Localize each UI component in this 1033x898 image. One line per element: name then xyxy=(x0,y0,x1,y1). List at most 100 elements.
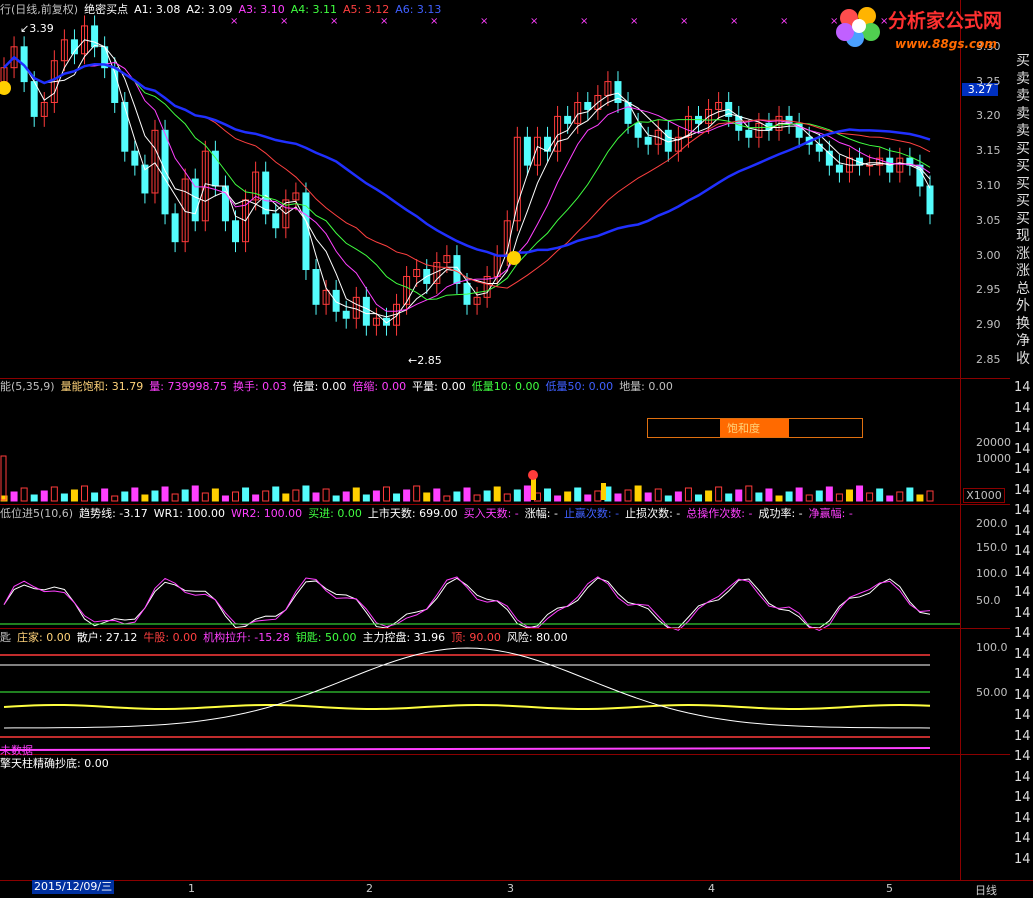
quote-label: 卖 xyxy=(1016,123,1030,139)
panel-separator xyxy=(0,880,1033,881)
candle-body xyxy=(191,178,199,222)
signal-mark: × xyxy=(730,16,738,27)
institution-line xyxy=(0,747,931,751)
volume-bar xyxy=(292,489,300,502)
right-index-label: 14 xyxy=(1014,810,1031,826)
bottom-header: 擎天柱精确抄底: 0.00 xyxy=(0,757,109,770)
volume-bar xyxy=(282,493,290,502)
right-index-label: 14 xyxy=(1014,441,1031,457)
period-label[interactable]: 日线 xyxy=(975,882,997,898)
signal-mark: × xyxy=(680,16,688,27)
right-index-label: 14 xyxy=(1014,790,1031,805)
wr-item: 趋势线: -3.17 xyxy=(79,507,148,520)
date-cursor[interactable]: 2015/12/09/三 xyxy=(32,880,114,894)
right-index-label: 14 xyxy=(1014,605,1031,621)
volume-bar xyxy=(302,485,310,502)
right-index-label: 14 xyxy=(1014,831,1031,846)
volume-bar xyxy=(131,487,139,502)
signal-mark: × xyxy=(530,16,538,27)
candle-body xyxy=(30,81,38,117)
svg-text:分析家公式网: 分析家公式网 xyxy=(888,9,1002,32)
volume-bar xyxy=(342,491,350,502)
candle-body xyxy=(302,192,310,271)
candle-body xyxy=(564,115,572,124)
price-axis-label: 3.25 xyxy=(976,74,1001,88)
volume-bar xyxy=(601,483,606,500)
price-axis-label: 2.90 xyxy=(976,318,1001,332)
volume-bar xyxy=(906,487,914,502)
ma-line xyxy=(3,55,931,258)
volume-item: 量: 739998.75 xyxy=(149,380,227,393)
right-index-label: 14 xyxy=(1014,380,1031,395)
quote-label: 收 xyxy=(1016,350,1030,367)
volume-bar xyxy=(684,487,692,502)
price-axis-label: 2.95 xyxy=(976,283,1001,297)
smiley-icon xyxy=(507,251,521,265)
volume-bar xyxy=(564,491,572,502)
volume-bar xyxy=(825,486,833,502)
right-index-label: 14 xyxy=(1014,462,1031,477)
volume-bar xyxy=(252,494,260,502)
volume-bar xyxy=(141,494,149,502)
wr-axis-150: 150.0 xyxy=(976,541,1008,554)
volume-item: 量能饱和: 31.79 xyxy=(60,380,144,393)
month-tick: 1 xyxy=(188,882,195,895)
quote-label: 买 xyxy=(1016,210,1030,227)
price-axis-label: 3.00 xyxy=(976,248,1001,262)
wr-item: 总操作次数: - xyxy=(686,507,753,520)
low-mark: ←2.85 xyxy=(408,354,442,367)
candle-body xyxy=(745,129,753,138)
chip-axis-100: 100.0 xyxy=(976,641,1008,654)
right-index-label: 14 xyxy=(1014,564,1031,580)
price-axis-label: 3.15 xyxy=(976,144,1001,158)
volume-bar xyxy=(876,488,884,502)
svg-text:www.88gs.com: www.88gs.com xyxy=(895,37,997,51)
candle-body xyxy=(121,101,129,152)
signal-mark: × xyxy=(280,16,288,27)
volume-item: 换手: 0.03 xyxy=(232,380,287,393)
volume-bar xyxy=(493,486,501,502)
smiley-icon xyxy=(0,81,11,95)
volume-bar xyxy=(181,489,189,502)
volume-bar xyxy=(443,495,451,502)
quote-label: 卖 xyxy=(1016,105,1030,122)
volume-item: 低量10: 0.00 xyxy=(471,380,540,393)
month-tick: 2 xyxy=(366,882,373,895)
volume-header: 能(5,35,9) 量能饱和: 31.79 量: 739998.75 换手: 0.03… xyxy=(0,380,679,394)
candle-body xyxy=(312,269,320,305)
volume-bar xyxy=(574,487,582,502)
quote-label: 净 xyxy=(1016,333,1030,349)
volume-bar xyxy=(453,491,461,502)
volume-bar xyxy=(886,495,894,502)
chip-header: 匙庄家: 0.00 散户: 27.12 牛股: 0.00 机构拉升: -15.28 钥匙… xyxy=(0,631,574,645)
volume-bar xyxy=(101,488,109,502)
right-index-label: 14 xyxy=(1014,503,1031,518)
quote-label: 总 xyxy=(1016,280,1030,297)
volume-bar xyxy=(463,487,471,502)
volume-bar xyxy=(755,492,763,502)
wr-item: 涨幅: - xyxy=(524,507,558,520)
wr-item: WR2: 100.00 xyxy=(230,507,303,520)
quote-label-column: 买卖卖卖卖买买买买买现涨涨总外换净收 xyxy=(1013,53,1033,368)
no-data-label: 未数据 xyxy=(0,744,33,757)
volume-bar xyxy=(393,493,401,502)
candle-body xyxy=(211,150,219,187)
right-index-label: 14 xyxy=(1014,851,1031,867)
right-index-label: 14 xyxy=(1014,667,1031,682)
wr-header: 低位进5(10,6) 趋势线: -3.17 WR1: 100.00 WR2: 100.… xyxy=(0,507,859,521)
price-chart[interactable]: × × × × × × × × × × × × × × xyxy=(0,0,960,880)
signal-mark: × xyxy=(380,16,388,27)
signal-mark: × xyxy=(230,16,238,27)
wr-axis-50: 50.0 xyxy=(976,594,1001,607)
quote-label: 卖 xyxy=(1016,70,1030,87)
right-index-label: 14 xyxy=(1014,769,1031,785)
quote-label: 涨 xyxy=(1016,263,1030,279)
right-axis-line xyxy=(960,0,961,880)
right-index-label: 14 xyxy=(1014,544,1031,559)
wr-item: 成功率: - xyxy=(758,507,803,520)
volume-bar xyxy=(513,489,521,502)
volume-bar xyxy=(765,488,773,502)
chip-item: 散户: 27.12 xyxy=(76,631,138,644)
chip-item: 钥匙: 50.00 xyxy=(295,631,357,644)
price-axis-label: 3.10 xyxy=(976,179,1001,192)
